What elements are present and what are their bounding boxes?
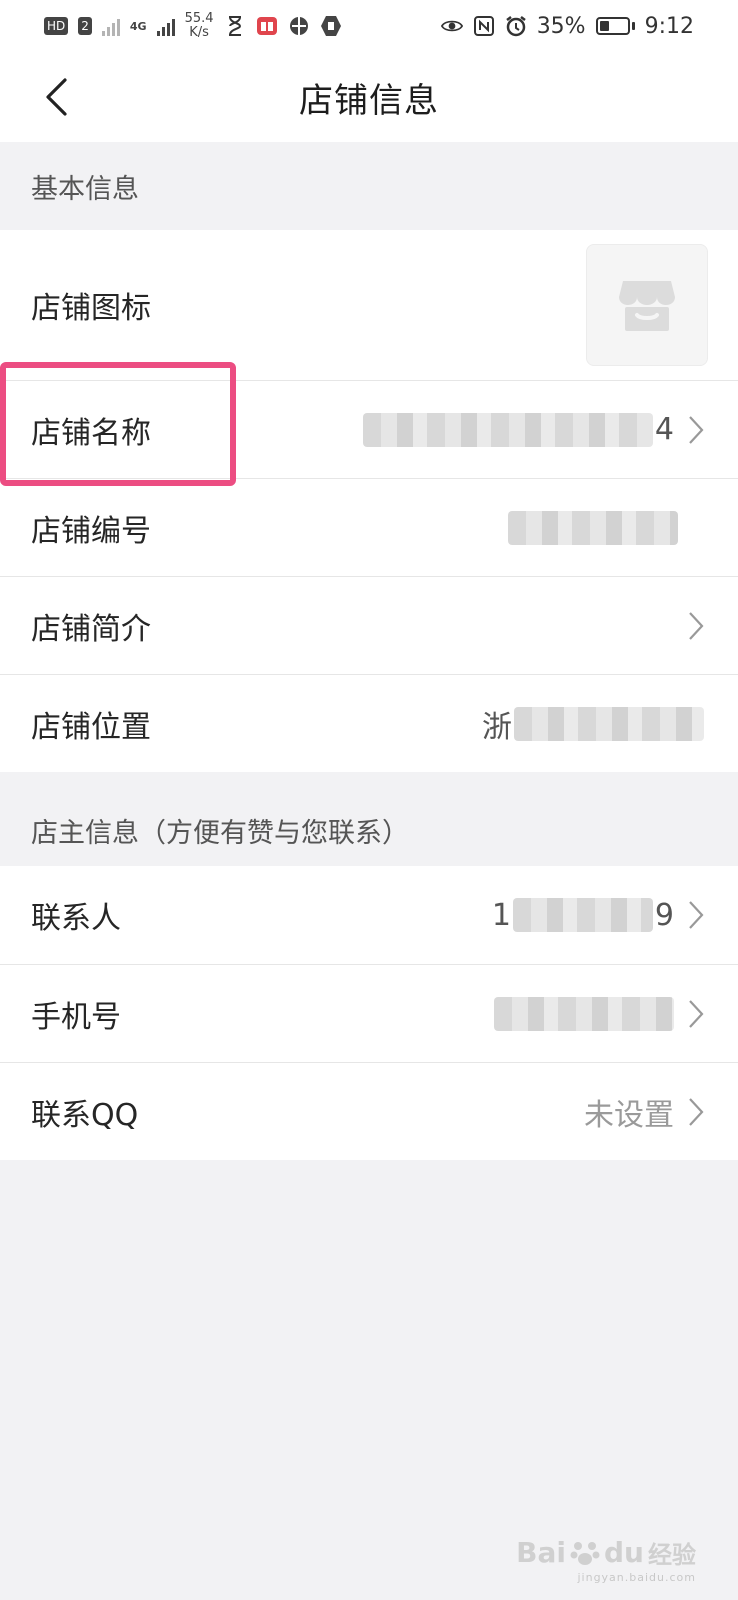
row-right-shop-number <box>508 479 678 576</box>
redacted-phone-number <box>494 996 674 1031</box>
chevron-right-icon <box>684 413 708 447</box>
contact-prefix: 1 <box>491 897 511 933</box>
baidu-watermark: Bai du 经验 jingyan.baidu.com <box>516 1535 696 1584</box>
status-time: 9:12 <box>644 13 694 39</box>
redacted-shop-name <box>362 412 653 447</box>
paw-icon <box>570 1541 600 1565</box>
shop-logo-image[interactable] <box>586 244 708 366</box>
section-header-owner: 店主信息（方便有赞与您联系） <box>31 817 409 849</box>
net-speed: 55.4 K/s <box>185 12 214 40</box>
row-label-phone-number: 手机号 <box>31 999 121 1035</box>
status-bar-right: 35% 9:12 <box>440 13 694 39</box>
row-right-shop-intro <box>684 577 708 674</box>
row-right-shop-location: 浙 <box>482 675 704 772</box>
contact-qq-value: 未设置 <box>584 1097 674 1133</box>
row-label-shop-name: 店铺名称 <box>31 415 151 451</box>
shop-name-suffix: 4 <box>654 412 674 447</box>
status-bar: HD 2 4G 55.4 K/s 35% 9:12 <box>0 0 738 52</box>
nav-bar: 店铺信息 <box>0 52 738 142</box>
contact-suffix: 9 <box>654 897 674 933</box>
watermark-brand-2: du <box>604 1536 644 1569</box>
row-phone-number[interactable]: 手机号 <box>0 964 738 1062</box>
row-right-shop-logo <box>586 230 708 380</box>
watermark-brand-3: 经验 <box>648 1541 696 1569</box>
row-shop-logo[interactable]: 店铺图标 <box>0 230 738 380</box>
row-right-shop-name: 4 <box>362 381 708 478</box>
signal-icon <box>101 16 120 36</box>
chevron-right-icon <box>684 997 708 1031</box>
owner-info-list: 联系人 1 9 手机号 联系QQ 未设置 <box>0 866 738 1160</box>
chevron-left-icon <box>46 78 67 116</box>
row-label-shop-location: 店铺位置 <box>31 709 151 745</box>
redacted-contact-person <box>512 898 653 932</box>
redacted-shop-location <box>514 706 704 741</box>
row-shop-name[interactable]: 店铺名称 4 <box>0 380 738 478</box>
sim-badge: 2 <box>78 17 92 35</box>
row-label-contact-qq: 联系QQ <box>31 1097 139 1133</box>
hourglass-icon <box>224 15 246 37</box>
shield-app-icon <box>320 15 342 37</box>
hd-badge: HD <box>44 17 69 35</box>
eye-icon <box>440 15 463 37</box>
alarm-icon <box>505 15 527 37</box>
row-label-shop-logo: 店铺图标 <box>31 291 151 326</box>
watermark-brand: Bai <box>516 1536 567 1569</box>
battery-percent: 35% <box>536 13 586 39</box>
watermark-url: jingyan.baidu.com <box>577 1571 696 1584</box>
chevron-right-icon <box>684 609 708 643</box>
status-bar-left: HD 2 4G 55.4 K/s <box>44 12 342 40</box>
network-type: 4G <box>129 19 147 33</box>
row-label-shop-number: 店铺编号 <box>31 513 151 549</box>
signal-icon-2 <box>156 16 175 36</box>
row-right-contact-qq: 未设置 <box>584 1063 708 1160</box>
page-title: 店铺信息 <box>299 80 439 121</box>
basic-info-list: 店铺图标 店铺名称 4 店铺编号 店铺简介 店铺位置 浙 <box>0 230 738 772</box>
row-right-phone-number <box>494 965 708 1062</box>
book-app-icon <box>256 15 278 37</box>
net-speed-value: 55.4 <box>184 11 214 26</box>
row-right-contact-person: 1 9 <box>492 866 708 964</box>
row-shop-number: 店铺编号 <box>0 478 738 576</box>
row-contact-qq[interactable]: 联系QQ 未设置 <box>0 1062 738 1160</box>
row-shop-intro[interactable]: 店铺简介 <box>0 576 738 674</box>
back-button[interactable] <box>36 76 76 118</box>
battery-fill <box>599 21 609 31</box>
section-header-basic: 基本信息 <box>31 173 139 205</box>
redacted-shop-number <box>508 510 678 545</box>
chevron-right-icon <box>684 1095 708 1129</box>
row-label-contact-person: 联系人 <box>31 901 121 936</box>
row-contact-person[interactable]: 联系人 1 9 <box>0 866 738 964</box>
nfc-icon <box>473 15 495 37</box>
row-shop-location[interactable]: 店铺位置 浙 <box>0 674 738 772</box>
store-icon <box>619 281 675 331</box>
vpn-icon <box>288 15 310 37</box>
row-label-shop-intro: 店铺简介 <box>31 611 151 647</box>
battery-icon <box>595 17 635 35</box>
shop-location-prefix: 浙 <box>482 709 512 745</box>
net-speed-unit: K/s <box>189 25 209 40</box>
chevron-right-icon <box>684 898 708 932</box>
